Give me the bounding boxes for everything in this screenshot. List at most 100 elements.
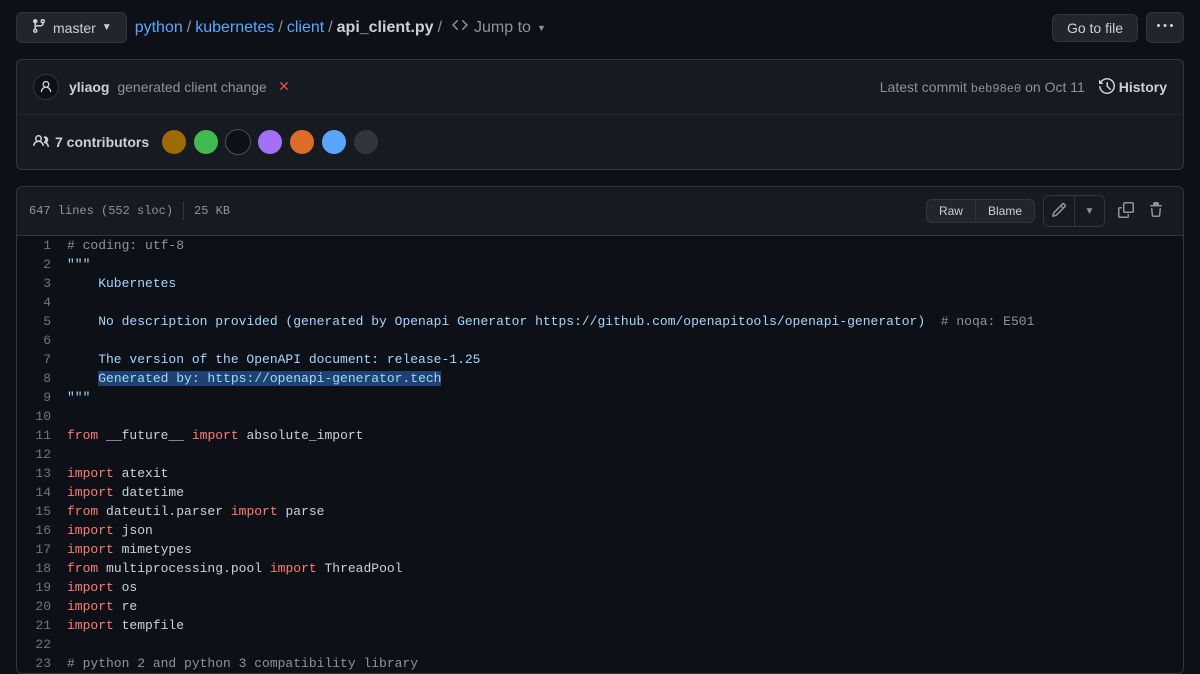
- code-line: 2""": [17, 255, 1183, 274]
- line-content[interactable]: [67, 331, 1183, 350]
- contributor-avatar[interactable]: [193, 129, 219, 155]
- line-content[interactable]: import atexit: [67, 464, 1183, 483]
- line-number[interactable]: 7: [17, 350, 67, 369]
- contributors-count[interactable]: 7 contributors: [33, 133, 149, 152]
- line-content[interactable]: import tempfile: [67, 616, 1183, 635]
- line-content[interactable]: import datetime: [67, 483, 1183, 502]
- line-content[interactable]: from multiprocessing.pool import ThreadP…: [67, 559, 1183, 578]
- line-number[interactable]: 6: [17, 331, 67, 350]
- line-number[interactable]: 15: [17, 502, 67, 521]
- line-number[interactable]: 22: [17, 635, 67, 654]
- commit-message-text[interactable]: generated client change: [117, 79, 266, 95]
- caret-down-icon: ▼: [1085, 206, 1095, 217]
- branch-name: master: [53, 20, 96, 36]
- line-number[interactable]: 20: [17, 597, 67, 616]
- line-number[interactable]: 16: [17, 521, 67, 540]
- contributor-avatar[interactable]: [321, 129, 347, 155]
- line-number[interactable]: 21: [17, 616, 67, 635]
- line-content[interactable]: [67, 407, 1183, 426]
- line-content[interactable]: import json: [67, 521, 1183, 540]
- line-content[interactable]: from dateutil.parser import parse: [67, 502, 1183, 521]
- edit-dropdown-button[interactable]: ▼: [1074, 196, 1104, 226]
- line-number[interactable]: 11: [17, 426, 67, 445]
- line-content[interactable]: The version of the OpenAPI document: rel…: [67, 350, 1183, 369]
- code-line: 10: [17, 407, 1183, 426]
- contributor-avatar[interactable]: [257, 129, 283, 155]
- code-line: 15from dateutil.parser import parse: [17, 502, 1183, 521]
- line-content[interactable]: Kubernetes: [67, 274, 1183, 293]
- history-link[interactable]: History: [1099, 78, 1167, 97]
- line-number[interactable]: 2: [17, 255, 67, 274]
- breadcrumb-link[interactable]: kubernetes: [195, 19, 274, 37]
- line-number[interactable]: 19: [17, 578, 67, 597]
- contributor-avatars: [161, 129, 379, 155]
- code-line: 4: [17, 293, 1183, 312]
- code-line: 5 No description provided (generated by …: [17, 312, 1183, 331]
- jump-to-label: Jump to: [474, 19, 531, 37]
- line-number[interactable]: 14: [17, 483, 67, 502]
- author-avatar[interactable]: [33, 74, 59, 100]
- line-number[interactable]: 9: [17, 388, 67, 407]
- commit-hash-link[interactable]: beb98e0: [971, 82, 1021, 96]
- line-content[interactable]: No description provided (generated by Op…: [67, 312, 1183, 331]
- line-number[interactable]: 10: [17, 407, 67, 426]
- line-content[interactable]: import re: [67, 597, 1183, 616]
- contributor-avatar[interactable]: [161, 129, 187, 155]
- line-number[interactable]: 3: [17, 274, 67, 293]
- commit-bar: yliaog generated client change Latest co…: [16, 59, 1184, 170]
- contributors-row: 7 contributors: [17, 115, 1183, 169]
- line-content[interactable]: """: [67, 255, 1183, 274]
- line-content[interactable]: import os: [67, 578, 1183, 597]
- blame-button[interactable]: Blame: [975, 199, 1035, 223]
- line-content[interactable]: from __future__ import absolute_import: [67, 426, 1183, 445]
- code-line: 14import datetime: [17, 483, 1183, 502]
- copy-icon: [1118, 202, 1134, 221]
- kebab-icon: [1157, 18, 1173, 37]
- line-content[interactable]: Generated by: https://openapi-generator.…: [67, 369, 1183, 388]
- contributor-avatar[interactable]: [289, 129, 315, 155]
- go-to-file-button[interactable]: Go to file: [1052, 14, 1138, 42]
- line-content[interactable]: # python 2 and python 3 compatibility li…: [67, 654, 1183, 673]
- status-x-icon[interactable]: [277, 79, 291, 96]
- trash-icon: [1148, 202, 1164, 221]
- code-line: 11from __future__ import absolute_import: [17, 426, 1183, 445]
- raw-button[interactable]: Raw: [926, 199, 975, 223]
- edit-button[interactable]: [1044, 196, 1074, 226]
- pencil-icon: [1051, 202, 1067, 221]
- code-line: 12: [17, 445, 1183, 464]
- code-line: 21import tempfile: [17, 616, 1183, 635]
- line-number[interactable]: 8: [17, 369, 67, 388]
- commit-message: yliaog generated client change: [69, 79, 267, 95]
- contributor-avatar[interactable]: [353, 129, 379, 155]
- commit-author[interactable]: yliaog: [69, 79, 109, 95]
- line-number[interactable]: 17: [17, 540, 67, 559]
- line-content[interactable]: import mimetypes: [67, 540, 1183, 559]
- code-line: 23# python 2 and python 3 compatibility …: [17, 654, 1183, 673]
- line-number[interactable]: 13: [17, 464, 67, 483]
- copy-button[interactable]: [1111, 196, 1141, 226]
- line-content[interactable]: [67, 635, 1183, 654]
- line-number[interactable]: 18: [17, 559, 67, 578]
- branch-selector[interactable]: master ▼: [16, 12, 127, 43]
- line-content[interactable]: """: [67, 388, 1183, 407]
- line-number[interactable]: 5: [17, 312, 67, 331]
- line-content[interactable]: [67, 445, 1183, 464]
- breadcrumb: python/ kubernetes/ client/ api_client.p…: [135, 17, 546, 38]
- line-number[interactable]: 23: [17, 654, 67, 673]
- file-size: 25 KB: [194, 204, 230, 218]
- line-number[interactable]: 12: [17, 445, 67, 464]
- kebab-menu-button[interactable]: [1146, 12, 1184, 43]
- line-number[interactable]: 4: [17, 293, 67, 312]
- code-jump-icon: [452, 17, 468, 38]
- breadcrumb-link[interactable]: python: [135, 19, 183, 37]
- code-view[interactable]: 1# coding: utf-82"""3 Kubernetes4 5 No d…: [17, 236, 1183, 673]
- jump-to-dropdown[interactable]: Jump to ▼: [452, 17, 546, 38]
- line-number[interactable]: 1: [17, 236, 67, 255]
- contributor-avatar[interactable]: [225, 129, 251, 155]
- delete-button[interactable]: [1141, 196, 1171, 226]
- line-content[interactable]: [67, 293, 1183, 312]
- breadcrumb-link[interactable]: client: [287, 19, 324, 37]
- code-line: 17import mimetypes: [17, 540, 1183, 559]
- line-content[interactable]: # coding: utf-8: [67, 236, 1183, 255]
- code-line: 20import re: [17, 597, 1183, 616]
